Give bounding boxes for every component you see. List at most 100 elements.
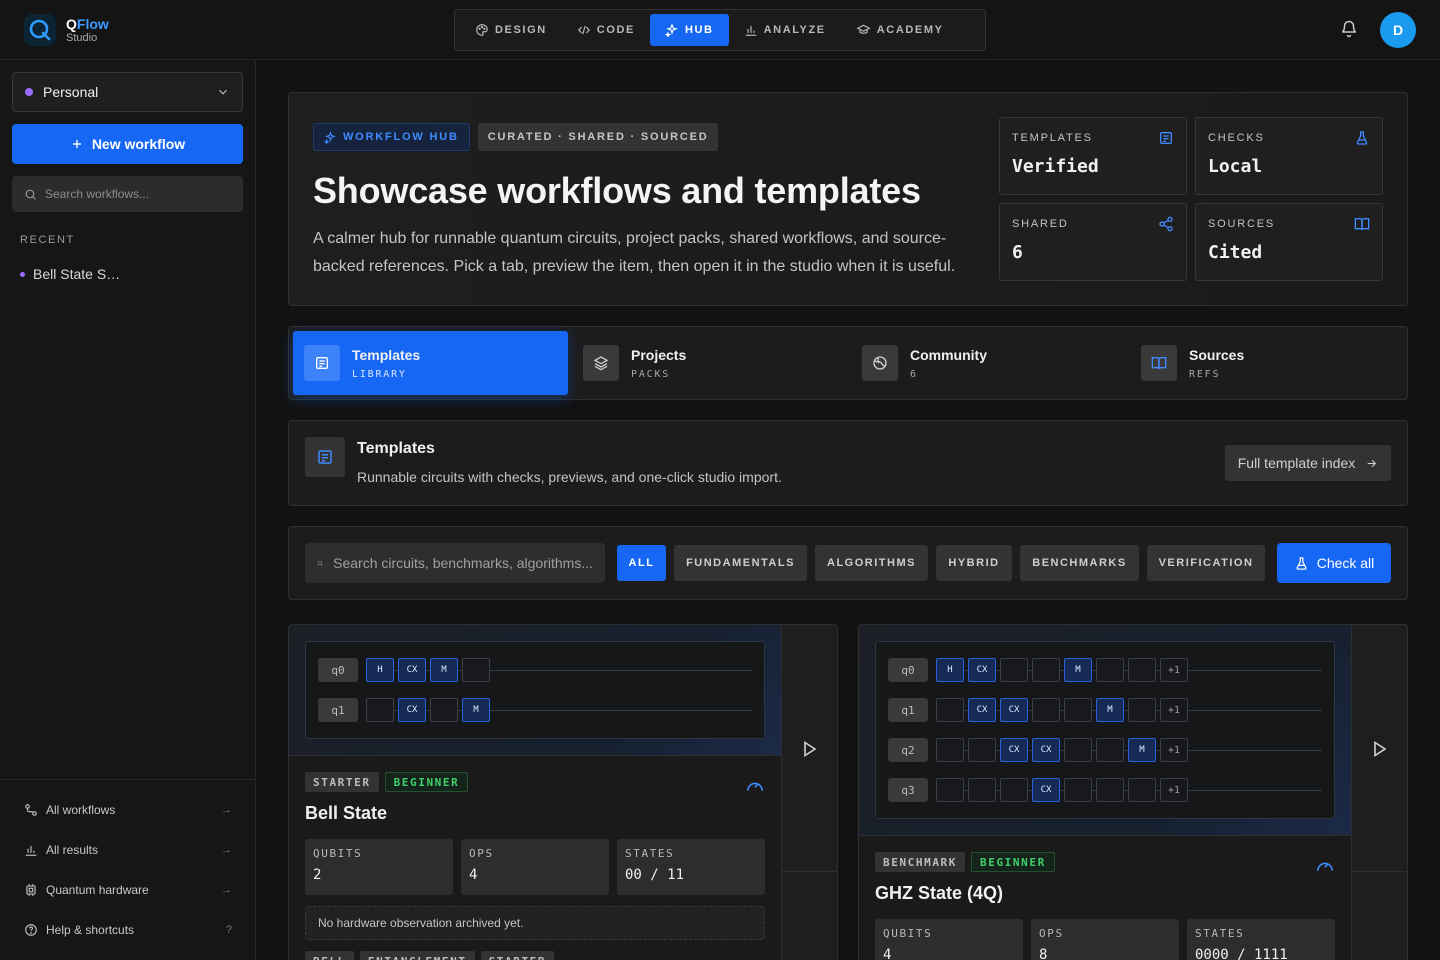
more-gates-indicator[interactable]: +1	[1160, 778, 1188, 802]
full-template-index-button[interactable]: Full template index	[1225, 445, 1391, 481]
gate[interactable]: CX	[968, 698, 996, 722]
bar-chart-icon	[25, 845, 37, 856]
gate[interactable]: CX	[1032, 738, 1060, 762]
help-circle-icon	[25, 924, 37, 936]
gate[interactable]: CX	[398, 698, 426, 722]
template-card-ghz-state[interactable]: q0 H CX M +1 q1 CX CX M +1 q2 CX CX M +1 q3 CX +1 BENCHMA…	[858, 624, 1408, 960]
gate[interactable]: H	[936, 658, 964, 682]
filter-chip-verification[interactable]: VERIFICATION	[1147, 545, 1265, 581]
tab-projects[interactable]: Projects PACKS	[572, 331, 847, 395]
filter-chip-algorithms[interactable]: ALGORITHMS	[815, 545, 928, 581]
recent-item[interactable]: Bell State S…	[20, 266, 120, 282]
play-icon[interactable]	[1373, 741, 1387, 757]
check-all-button[interactable]: Check all	[1277, 543, 1391, 583]
tag[interactable]: BELL	[305, 951, 354, 960]
sidebar-link-help[interactable]: Help & shortcuts ?	[24, 920, 232, 940]
recent-item-label: Bell State S…	[33, 266, 121, 282]
tab-sources[interactable]: Sources REFS	[1130, 331, 1405, 395]
nav-analyze[interactable]: ANALYZE	[729, 14, 841, 46]
empty-slot	[968, 778, 996, 802]
book-icon	[1141, 345, 1177, 381]
gate[interactable]: H	[366, 658, 394, 682]
tag[interactable]: STARTER	[480, 951, 555, 960]
stat-label: CHECKS	[1208, 132, 1265, 144]
flask-icon	[1296, 556, 1307, 570]
tab-community[interactable]: Community 6	[851, 331, 1126, 395]
empty-slot	[1096, 738, 1124, 762]
template-search-input[interactable]: Search circuits, benchmarks, algorithms.…	[305, 543, 605, 583]
circuit-diagram: q0 H CX M +1 q1 CX CX M +1 q2 CX CX M +1 q3 CX +1	[875, 641, 1335, 819]
gate[interactable]: CX	[1000, 738, 1028, 762]
gate[interactable]: CX	[1032, 778, 1060, 802]
category-badge: BENCHMARK	[875, 852, 966, 872]
more-gates-indicator[interactable]: +1	[1160, 658, 1188, 682]
metric-states: STATES 00 / 11	[617, 839, 765, 895]
gate[interactable]: M	[1064, 658, 1092, 682]
preview-run-panel	[1351, 625, 1407, 872]
workflow-hub-label: WORKFLOW HUB	[343, 131, 459, 143]
nav-design[interactable]: DESIGN	[460, 14, 562, 46]
more-gates-indicator[interactable]: +1	[1160, 738, 1188, 762]
tab-title: Projects	[631, 346, 687, 363]
filter-chip-fundamentals[interactable]: FUNDAMENTALS	[674, 545, 807, 581]
card-side-footer	[1351, 871, 1407, 960]
sidebar-link-label: Quantum hardware	[46, 883, 149, 897]
gate[interactable]: M	[1096, 698, 1124, 722]
filter-chip-benchmarks[interactable]: BENCHMARKS	[1020, 545, 1139, 581]
flask-icon	[1356, 131, 1368, 145]
main-nav: DESIGN CODE HUB ANALYZE ACADEMY	[454, 9, 986, 51]
template-card-bell-state[interactable]: q0 H CX Mq1 CX M STARTER BEGINNER Bell State …	[288, 624, 838, 960]
level-badge: BEGINNER	[971, 852, 1055, 872]
more-gates-indicator[interactable]: +1	[1160, 698, 1188, 722]
gate[interactable]: CX	[398, 658, 426, 682]
metric-ops: OPS 4	[461, 839, 609, 895]
workflow-search-input[interactable]: Search workflows...	[12, 176, 243, 212]
full-template-index-label: Full template index	[1237, 455, 1356, 471]
nav-academy[interactable]: ACADEMY	[841, 14, 959, 46]
qubit-label: q1	[888, 698, 928, 722]
sidebar-link-quantum-hardware[interactable]: Quantum hardware →	[24, 880, 232, 900]
stat-value: Cited	[1208, 242, 1263, 263]
metric-states: STATES 0000 / 1111	[1187, 919, 1335, 960]
sidebar-footer: All workflows → All results → Quantum ha…	[0, 779, 255, 937]
check-all-label: Check all	[1316, 555, 1375, 571]
section-description: Runnable circuits with checks, previews,…	[357, 469, 782, 485]
filter-chip-hybrid[interactable]: HYBRID	[936, 545, 1012, 581]
app-logo[interactable]: QFlow Studio	[24, 14, 109, 46]
metric-value: 00 / 11	[625, 867, 685, 883]
gate[interactable]: M	[430, 658, 458, 682]
new-workflow-button[interactable]: New workflow	[12, 124, 243, 164]
notifications-button[interactable]	[1340, 20, 1358, 38]
nav-hub[interactable]: HUB	[649, 14, 729, 46]
nav-code[interactable]: CODE	[562, 14, 650, 46]
empty-slot	[936, 738, 964, 762]
sidebar-link-all-results[interactable]: All results →	[24, 840, 232, 860]
tab-templates[interactable]: Templates LIBRARY	[293, 331, 568, 395]
app-name: Flow	[76, 15, 109, 32]
metric-value: 8	[1039, 947, 1048, 960]
empty-slot	[936, 778, 964, 802]
filter-bar: Search circuits, benchmarks, algorithms.…	[288, 526, 1408, 600]
tab-subtitle: REFS	[1189, 368, 1221, 380]
card-title: GHZ State (4Q)	[875, 883, 1004, 903]
gate[interactable]: CX	[1000, 698, 1028, 722]
code-icon	[577, 25, 590, 35]
user-avatar[interactable]: D	[1380, 12, 1416, 48]
book-icon	[1354, 218, 1370, 231]
bell-icon	[1341, 20, 1357, 38]
play-icon[interactable]	[803, 741, 817, 757]
gate[interactable]: M	[1128, 738, 1156, 762]
gate[interactable]: CX	[968, 658, 996, 682]
workspace-select[interactable]: Personal	[12, 72, 243, 112]
tag[interactable]: ENTANGLEMENT	[359, 951, 475, 960]
workspace-dot	[25, 88, 33, 96]
hero-panel: WORKFLOW HUB CURATED · SHARED · SOURCED …	[288, 92, 1408, 306]
tab-subtitle: PACKS	[631, 368, 671, 380]
sidebar-link-all-workflows[interactable]: All workflows →	[24, 800, 232, 820]
metric-ops: OPS 8	[1031, 919, 1179, 960]
gate[interactable]: M	[462, 698, 490, 722]
section-header: Templates Runnable circuits with checks,…	[288, 420, 1408, 506]
app-subtitle: Studio	[66, 31, 98, 44]
filter-chip-all[interactable]: ALL	[617, 545, 666, 581]
category-tabs: Templates LIBRARY Projects PACKS Community…	[288, 326, 1408, 400]
